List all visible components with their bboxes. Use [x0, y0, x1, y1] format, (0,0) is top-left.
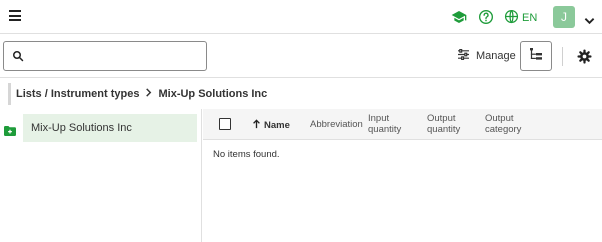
column-label-output-line2: quantity	[427, 124, 461, 135]
sort-ascending-icon	[252, 119, 261, 132]
toolbar-divider	[562, 47, 563, 66]
column-header-abbreviation[interactable]: Abbreviation	[310, 119, 363, 130]
column-label-abbreviation: Abbreviation	[310, 119, 363, 130]
language-label: EN	[522, 12, 538, 24]
search-icon	[13, 51, 24, 62]
avatar-initial: J	[561, 10, 567, 24]
tree-node-selected[interactable]: Mix-Up Solutions Inc	[23, 114, 197, 142]
column-label-name: Name	[264, 120, 290, 131]
column-header-output-quantity[interactable]: Output quantity	[427, 113, 477, 135]
column-label-category-line2: category	[485, 124, 522, 135]
breadcrumb: Lists / Instrument types Mix-Up Solution…	[8, 83, 602, 105]
menu-icon[interactable]	[9, 10, 21, 21]
language-selector[interactable]: EN	[504, 9, 537, 27]
column-label-input-line2: quantity	[368, 124, 402, 135]
folder-icon[interactable]	[4, 123, 16, 141]
empty-state-message: No items found.	[213, 149, 280, 160]
tree-node-label: Mix-Up Solutions Inc	[31, 122, 132, 134]
globe-icon	[504, 9, 519, 27]
chevron-down-icon[interactable]	[584, 12, 595, 30]
avatar[interactable]: J	[553, 6, 575, 28]
tree-structure-icon	[529, 47, 543, 66]
breadcrumb-path[interactable]: Lists / Instrument types	[16, 88, 139, 100]
column-label-output-line1: Output	[427, 113, 456, 124]
column-label-input-line1: Input	[368, 113, 390, 124]
search-input[interactable]	[30, 46, 202, 66]
chevron-right-icon	[145, 88, 152, 100]
breadcrumb-current: Mix-Up Solutions Inc	[158, 88, 268, 100]
search-box	[3, 41, 207, 71]
tree-view-button[interactable]	[520, 41, 552, 71]
top-bar: EN J	[0, 0, 602, 34]
column-header-name[interactable]: Name	[252, 119, 290, 132]
graduation-cap-icon[interactable]	[451, 9, 467, 30]
column-header-output-category[interactable]: Output category	[485, 113, 535, 135]
sliders-icon	[457, 48, 470, 63]
gear-icon[interactable]	[577, 49, 592, 69]
toolbar: Manage	[0, 35, 602, 78]
select-all-checkbox[interactable]	[219, 118, 231, 130]
column-header-input-quantity[interactable]: Input quantity	[368, 113, 418, 135]
tree-panel: Mix-Up Solutions Inc	[0, 109, 202, 242]
help-icon[interactable]	[478, 9, 494, 30]
manage-label: Manage	[476, 50, 516, 62]
column-label-category-line1: Output	[485, 113, 514, 124]
manage-button[interactable]: Manage	[457, 48, 516, 63]
table-header: Name Abbreviation Input quantity Output …	[203, 109, 602, 140]
